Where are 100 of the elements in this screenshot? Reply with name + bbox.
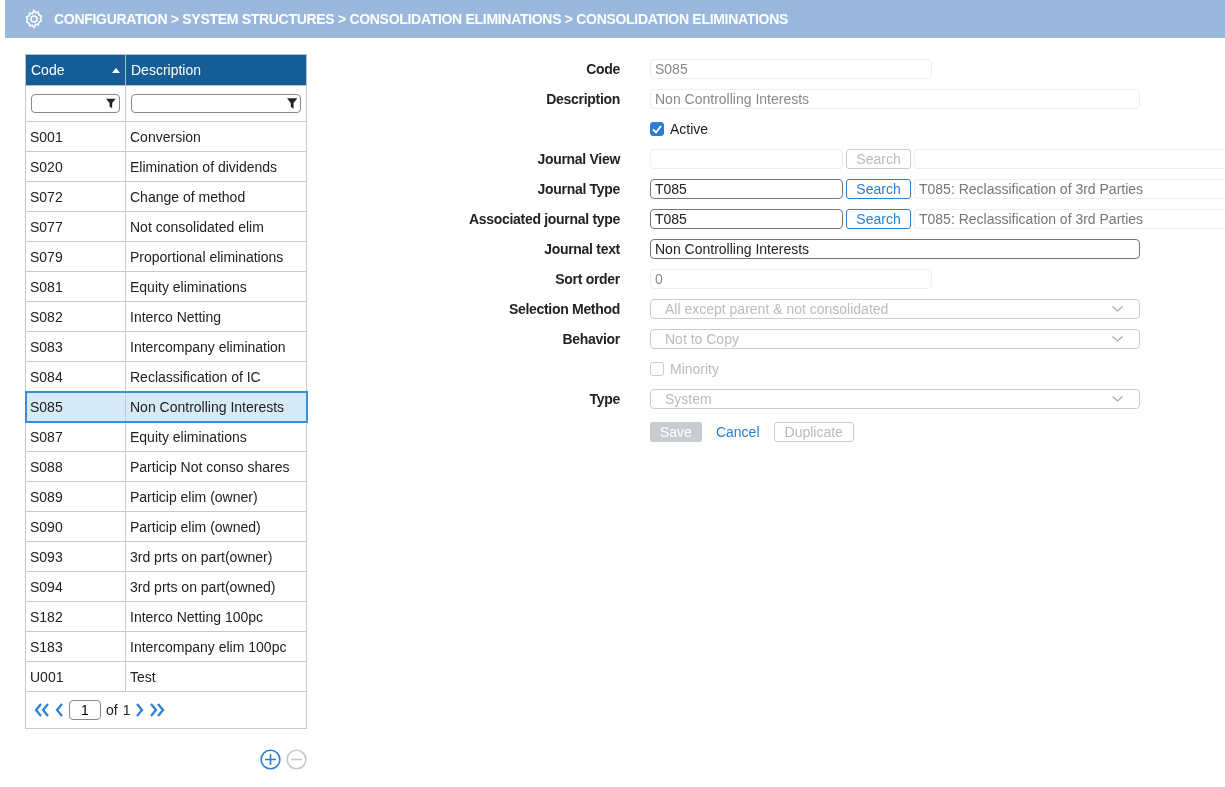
table-row[interactable]: S020 Elimination of dividends bbox=[25, 151, 307, 182]
table-cell: Proportional eliminations bbox=[125, 241, 307, 272]
table-row[interactable]: S077 Not consolidated elim bbox=[25, 211, 307, 242]
dropdown-value: System bbox=[665, 391, 712, 407]
field-label: Description bbox=[546, 91, 620, 107]
cancel-link[interactable]: Cancel bbox=[709, 422, 766, 442]
checkbox[interactable] bbox=[650, 122, 664, 136]
table-row[interactable]: S094 3rd prts on part(owned) bbox=[25, 571, 307, 602]
table-cell: Test bbox=[125, 661, 307, 692]
table-cell: S079 bbox=[25, 241, 126, 272]
table-cell: S087 bbox=[25, 421, 126, 452]
table-cell: S082 bbox=[25, 301, 126, 332]
table-cell: Interco Netting 100pc bbox=[125, 601, 307, 632]
filter-icon bbox=[106, 98, 116, 109]
chevron-down-icon bbox=[1112, 336, 1123, 342]
table-row[interactable]: S072 Change of method bbox=[25, 181, 307, 212]
field-label: Code bbox=[586, 61, 620, 77]
dropdown-value: Not to Copy bbox=[665, 331, 739, 347]
search-button[interactable]: Search bbox=[846, 179, 911, 199]
chevron-down-icon bbox=[1112, 306, 1123, 312]
add-icon[interactable] bbox=[260, 749, 281, 770]
table-cell: S077 bbox=[25, 211, 126, 242]
table-cell: 3rd prts on part(owned) bbox=[125, 571, 307, 602]
table-row[interactable]: S082 Interco Netting bbox=[25, 301, 307, 332]
table-row[interactable]: S083 Intercompany elimination bbox=[25, 331, 307, 362]
table-row[interactable]: S085 Non Controlling Interests bbox=[25, 391, 307, 422]
table-cell: Equity eliminations bbox=[125, 421, 307, 452]
table-cell: Interco Netting bbox=[125, 301, 307, 332]
column-header[interactable]: Description bbox=[125, 54, 307, 86]
next-page-icon[interactable] bbox=[135, 703, 145, 717]
table-row[interactable]: S093 3rd prts on part(owner) bbox=[25, 541, 307, 572]
table-row[interactable]: S084 Reclassification of IC bbox=[25, 361, 307, 392]
table-cell: Equity eliminations bbox=[125, 271, 307, 302]
table-cell: 3rd prts on part(owner) bbox=[125, 541, 307, 572]
dropdown-value: All except parent & not consolidated bbox=[665, 301, 889, 317]
table-cell: Change of method bbox=[125, 181, 307, 212]
field-label: Selection Method bbox=[508, 301, 620, 317]
table-row[interactable]: S087 Equity eliminations bbox=[25, 421, 307, 452]
table-row[interactable]: S079 Proportional eliminations bbox=[25, 241, 307, 272]
input-field[interactable]: T085 bbox=[650, 179, 843, 199]
table-cell: Intercompany elim 100pc bbox=[125, 631, 307, 662]
table-row[interactable]: S001 Conversion bbox=[25, 121, 307, 152]
page-field[interactable]: 1 bbox=[69, 700, 101, 720]
table-cell: S020 bbox=[25, 151, 126, 182]
column-label: Description bbox=[131, 62, 202, 78]
filter-field[interactable] bbox=[131, 94, 301, 113]
table-row[interactable]: S183 Intercompany elim 100pc bbox=[25, 631, 307, 662]
table-row[interactable]: S182 Interco Netting 100pc bbox=[25, 601, 307, 632]
settings-icon bbox=[24, 9, 44, 29]
table-cell: S094 bbox=[25, 571, 126, 602]
field-label: Associated journal type bbox=[468, 211, 620, 227]
table-cell: S083 bbox=[25, 331, 126, 362]
table-cell: S085 bbox=[25, 391, 126, 422]
field-label: Type bbox=[589, 391, 620, 407]
description-field: T085: Reclassification of 3rd Parties bbox=[914, 209, 1225, 229]
table-cell: S081 bbox=[25, 271, 126, 302]
filter-field[interactable] bbox=[31, 94, 120, 113]
table-cell: S072 bbox=[25, 181, 126, 212]
last-page-icon[interactable] bbox=[149, 703, 166, 717]
table-row[interactable]: S090 Particip elim (owned) bbox=[25, 511, 307, 542]
field-label: Journal View bbox=[537, 151, 620, 167]
column-label: Code bbox=[31, 62, 65, 78]
table-cell: Non Controlling Interests bbox=[125, 391, 307, 422]
table-row[interactable]: S089 Particip elim (owner) bbox=[25, 481, 307, 512]
table-cell: Particip elim (owned) bbox=[125, 511, 307, 542]
previous-page-icon[interactable] bbox=[55, 703, 64, 717]
input-field[interactable]: T085 bbox=[650, 209, 843, 229]
table-cell: S088 bbox=[25, 451, 126, 482]
checkbox-label: Active bbox=[670, 121, 709, 137]
table-cell: Particip Not conso shares bbox=[125, 451, 307, 482]
table-row[interactable]: U001 Test bbox=[25, 661, 307, 692]
table-row[interactable]: S081 Equity eliminations bbox=[25, 271, 307, 302]
field-label: Behavior bbox=[562, 331, 620, 347]
chevron-down-icon bbox=[1112, 396, 1123, 402]
page-total: 1 bbox=[122, 702, 131, 718]
checkbox-label: Minority bbox=[670, 361, 719, 377]
input-field[interactable]: Non Controlling Interests bbox=[650, 239, 1140, 259]
table-cell: Intercompany elimination bbox=[125, 331, 307, 362]
table-cell: S001 bbox=[25, 121, 126, 152]
first-page-icon[interactable] bbox=[34, 703, 50, 717]
table-cell: S093 bbox=[25, 541, 126, 572]
table-cell: Not consolidated elim bbox=[125, 211, 307, 242]
field-label: Journal text bbox=[544, 241, 620, 257]
table-cell: S089 bbox=[25, 481, 126, 512]
table-cell: Conversion bbox=[125, 121, 307, 152]
table-row[interactable]: S088 Particip Not conso shares bbox=[25, 451, 307, 482]
breadcrumb: CONFIGURATION > SYSTEM STRUCTURES > CONSOLIDATION ELIMINATIONS > CONSOLIDATION ELIMINATIONS bbox=[54, 11, 789, 27]
column-header[interactable]: Code bbox=[25, 54, 126, 86]
field-label: Journal Type bbox=[537, 181, 620, 197]
filter-icon bbox=[286, 98, 297, 109]
search-button[interactable]: Search bbox=[846, 209, 911, 229]
description-field: T085: Reclassification of 3rd Parties bbox=[914, 179, 1225, 199]
table-cell: Particip elim (owner) bbox=[125, 481, 307, 512]
page-of-label: of bbox=[106, 702, 118, 718]
table-cell: U001 bbox=[25, 661, 126, 692]
table-cell: S183 bbox=[25, 631, 126, 662]
table-cell: S090 bbox=[25, 511, 126, 542]
field-label: Sort order bbox=[555, 271, 620, 287]
table-cell: S182 bbox=[25, 601, 126, 632]
table-cell: S084 bbox=[25, 361, 126, 392]
